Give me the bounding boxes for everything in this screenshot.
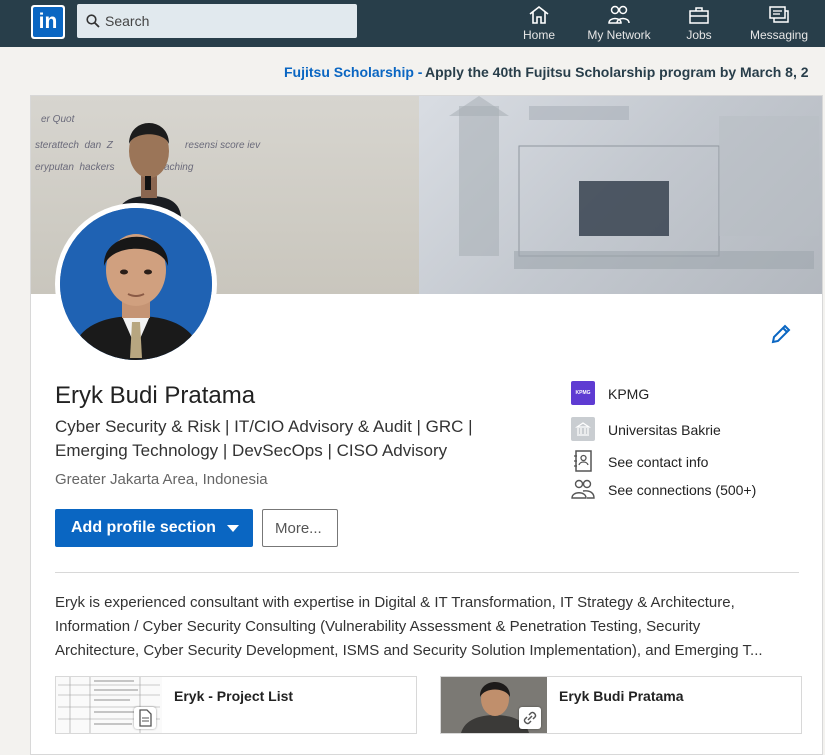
media-item-profile-link[interactable]: Eryk Budi Pratama [440,676,802,734]
linkedin-logo-icon[interactable]: in [31,5,65,39]
nav-home[interactable]: Home [516,4,562,44]
home-icon [529,5,549,24]
company-label: KPMG [608,386,650,402]
more-button[interactable]: More... [262,509,338,547]
edit-pencil-icon[interactable] [769,322,793,346]
messaging-icon [769,6,789,23]
headline-line-1: Cyber Security & Risk | IT/CIO Advisory … [55,417,473,436]
nav-my-network[interactable]: My Network [583,4,655,44]
top-nav-bar: in Home My Network Jobs Messaging [0,0,825,47]
headline-line-2: Emerging Technology | DevSecOps | CISO A… [55,441,448,460]
summary-line-1: Eryk is experienced consultant with expe… [55,594,735,611]
caret-down-icon [227,525,239,532]
profile-headline: Cyber Security & Risk | IT/CIO Advisory … [55,415,515,463]
profile-summary[interactable]: Eryk is experienced consultant with expe… [55,591,805,663]
profile-location: Greater Jakarta Area, Indonesia [55,471,268,488]
connections-icon [571,479,595,499]
nav-jobs[interactable]: Jobs [680,4,718,44]
education-universitas-bakrie[interactable]: Universitas Bakrie [571,417,811,443]
nav-messaging[interactable]: Messaging [748,4,810,44]
link-icon [519,707,541,729]
current-company-kpmg[interactable]: KPMG KPMG [571,381,811,407]
contact-info-label: See contact info [608,454,709,470]
nav-home-label: Home [522,28,555,42]
ad-brand-link[interactable]: Fujitsu Scholarship - [284,64,422,80]
add-profile-section-button[interactable]: Add profile section [55,509,253,547]
nav-my-network-label: My Network [587,28,651,42]
ad-text[interactable]: Apply the 40th Fujitsu Scholarship progr… [425,64,809,80]
document-thumbnail [56,677,162,733]
school-label: Universitas Bakrie [608,422,721,438]
network-icon [608,5,630,24]
see-contact-info-link[interactable]: See contact info [571,449,811,475]
avatar[interactable] [60,208,212,360]
nav-jobs-label: Jobs [686,28,712,42]
search-box[interactable] [77,4,357,38]
see-connections-link[interactable]: See connections (500+) [571,477,811,503]
school-icon [571,417,595,441]
media-title-project-list: Eryk - Project List [174,688,294,704]
kpmg-logo-icon: KPMG [571,381,595,405]
ad-banner[interactable]: Fujitsu Scholarship - Apply the 40th Fuj… [0,62,825,84]
more-button-label: More... [275,520,322,537]
projector-screen [419,96,822,294]
connections-label: See connections (500+) [608,482,757,498]
contact-card-icon [574,450,592,472]
summary-line-3: Architecture, Cyber Security Development… [55,642,763,659]
search-icon [86,14,100,28]
add-profile-section-label: Add profile section [71,519,216,536]
media-title-profile-link: Eryk Budi Pratama [559,688,684,704]
divider [55,572,799,573]
summary-line-2: Information / Cyber Security Consulting … [55,618,701,635]
media-item-project-list[interactable]: Eryk - Project List [55,676,417,734]
profile-card: er Quot sterattech dan Z resensi score i… [30,95,823,755]
search-input[interactable] [105,4,345,38]
profile-name: Eryk Budi Pratama [55,382,256,409]
document-icon [134,707,156,729]
nav-messaging-label: Messaging [749,28,809,42]
jobs-icon [689,7,709,24]
photo-thumbnail [441,677,547,733]
